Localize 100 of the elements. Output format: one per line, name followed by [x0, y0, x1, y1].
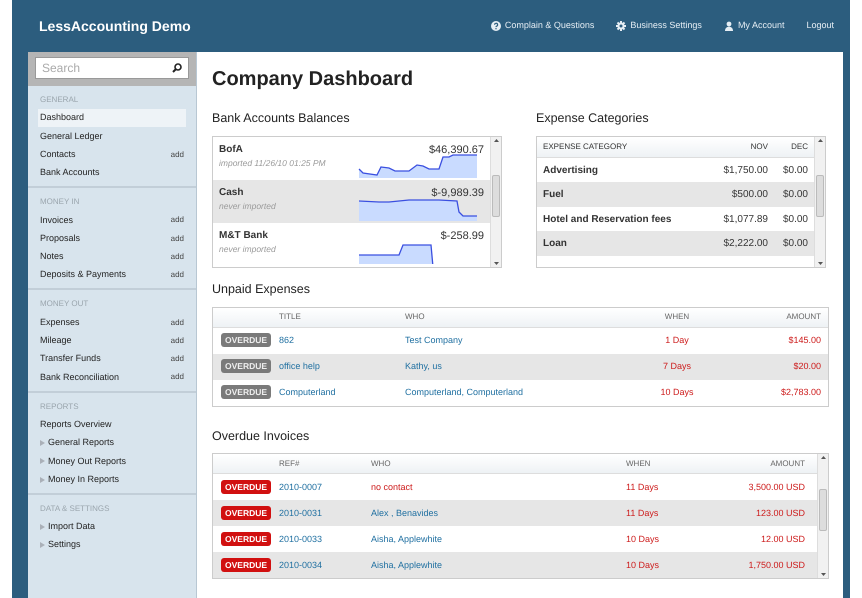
scroll-down-arrow-icon [818, 262, 822, 265]
sidebar-item[interactable]: General Ledger [38, 127, 186, 146]
page-title: Company Dashboard [212, 67, 414, 92]
expand-icon[interactable] [40, 476, 45, 483]
add-link[interactable]: add [170, 250, 184, 263]
section-heading: DATA & SETTINGS [39, 502, 110, 515]
column-header: NOV [750, 140, 768, 153]
table-cell-text: Fuel [543, 188, 565, 202]
expand-icon[interactable] [40, 440, 45, 446]
sidebar-label: Money Out Reports [48, 454, 126, 468]
scrollbar-thumb[interactable] [819, 489, 827, 532]
header-link[interactable]: Complain & Questions [490, 19, 594, 33]
table-cell-text: $0.00 [782, 164, 808, 178]
sidebar-item[interactable]: Invoices add [38, 211, 186, 230]
table-cell-text: $500.00 [730, 188, 768, 202]
title-link[interactable]: 2010-0031 [279, 508, 322, 518]
column-header: WHEN [626, 458, 652, 470]
contact-link[interactable]: Computerland, Computerland [405, 386, 524, 397]
table-cell-text: $0.00 [782, 188, 808, 202]
add-link[interactable]: add [170, 214, 184, 226]
sidebar-item[interactable]: General Reports [38, 434, 186, 452]
sidebar-label: Notes [40, 250, 64, 264]
sidebar-label: Invoices [40, 214, 74, 227]
add-link[interactable]: add [170, 353, 184, 366]
scrollbar-thumb[interactable] [816, 174, 824, 217]
sidebar-item[interactable]: Bank Accounts [38, 164, 186, 182]
table-cell-text: $1,750.00 [722, 164, 768, 178]
account-name[interactable]: BofA [219, 142, 326, 157]
sidebar-item[interactable]: Money Out Reports [38, 452, 186, 470]
sidebar-item[interactable]: Deposits & Payments add [38, 266, 186, 284]
sidebar-item[interactable]: Mileage add [38, 332, 186, 350]
section-heading: MONEY IN [39, 196, 80, 208]
sidebar-label: Bank Accounts [40, 166, 100, 180]
help-icon [490, 21, 501, 31]
overdue-badge: OVERDUE [221, 359, 272, 374]
add-link[interactable]: add [170, 334, 184, 347]
add-link[interactable]: add [170, 269, 184, 282]
add-link[interactable]: add [170, 316, 184, 329]
sidebar-label: Transfer Funds [40, 352, 101, 366]
contact-link[interactable]: Alex , Benavides [371, 508, 438, 518]
search-field[interactable]: Search [35, 57, 189, 79]
overdue-badge: OVERDUE [221, 480, 272, 494]
sidebar-label: Contacts [40, 148, 76, 161]
sidebar-label: Reports Overview [40, 418, 112, 431]
add-link[interactable]: add [170, 371, 184, 384]
scrollbar-thumb[interactable] [492, 174, 500, 217]
account-name[interactable]: Cash [219, 184, 276, 200]
expand-icon[interactable] [40, 542, 45, 548]
title-link[interactable]: office help [279, 360, 320, 371]
sidebar-item[interactable]: Bank Reconciliation add [38, 368, 186, 387]
title-link[interactable]: 2010-0007 [279, 482, 322, 492]
title-link[interactable]: 2010-0034 [279, 560, 322, 570]
sidebar-item[interactable]: Proposals add [38, 229, 186, 248]
contact-link[interactable]: Aisha, Applewhite [371, 560, 442, 570]
section-title: Bank Accounts Balances [212, 110, 350, 127]
add-link[interactable]: add [170, 148, 184, 161]
expand-icon[interactable] [40, 524, 45, 530]
scrollbar[interactable] [814, 136, 825, 267]
table-cell-text: 11 Days [626, 480, 660, 494]
column-header: WHEN [664, 311, 690, 323]
account-balance: $46,390.67 [428, 142, 484, 158]
sidebar-item[interactable]: Notes add [38, 248, 186, 266]
scrollbar[interactable] [817, 454, 828, 578]
header-link[interactable]: Logout [806, 19, 834, 33]
add-link[interactable]: add [170, 232, 184, 245]
sidebar-label: Mileage [40, 334, 72, 348]
contact-link[interactable]: Test Company [405, 334, 463, 345]
table-cell-text: $20.00 [792, 360, 822, 373]
overdue-badge: OVERDUE [221, 506, 272, 520]
sidebar-item[interactable]: Contacts add [38, 146, 186, 164]
table-cell-text: Loan [543, 237, 568, 251]
account-name[interactable]: M&T Bank [219, 228, 276, 243]
header-link[interactable]: Business Settings [616, 19, 702, 33]
overdue-badge: OVERDUE [221, 532, 272, 546]
title-link[interactable]: 862 [279, 334, 294, 345]
sidebar-item[interactable]: Import Data [38, 518, 186, 536]
overdue-badge: OVERDUE [221, 333, 272, 348]
scrollbar[interactable] [490, 136, 501, 267]
table-cell-text: $2,783.00 [780, 386, 822, 399]
column-header: AMOUNT [769, 458, 806, 470]
sidebar-item[interactable]: Settings [38, 536, 186, 554]
sidebar-label: Deposits & Payments [40, 268, 126, 282]
sidebar-item[interactable]: Expenses add [38, 313, 186, 332]
sidebar-item[interactable]: Reports Overview [38, 416, 186, 434]
scroll-up-arrow-icon [820, 456, 826, 460]
expand-icon[interactable] [40, 458, 45, 464]
column-header: WHO [405, 311, 426, 323]
header-link[interactable]: My Account [724, 19, 784, 33]
sidebar-label: Proposals [40, 232, 80, 245]
table-cell-text: 11 Days [626, 506, 660, 520]
sidebar-item[interactable]: Dashboard [38, 109, 186, 128]
column-header: WHO [371, 458, 392, 470]
contact-link[interactable]: Kathy, us [405, 360, 442, 371]
title-link[interactable]: 2010-0033 [279, 534, 322, 544]
contact-link[interactable]: Aisha, Applewhite [371, 534, 442, 544]
contact-name: no contact [371, 482, 413, 492]
table-cell-text: $145.00 [787, 334, 822, 347]
sidebar-item[interactable]: Money In Reports [38, 470, 186, 489]
sidebar-item[interactable]: Transfer Funds add [38, 350, 186, 368]
title-link[interactable]: Computerland [279, 386, 336, 397]
